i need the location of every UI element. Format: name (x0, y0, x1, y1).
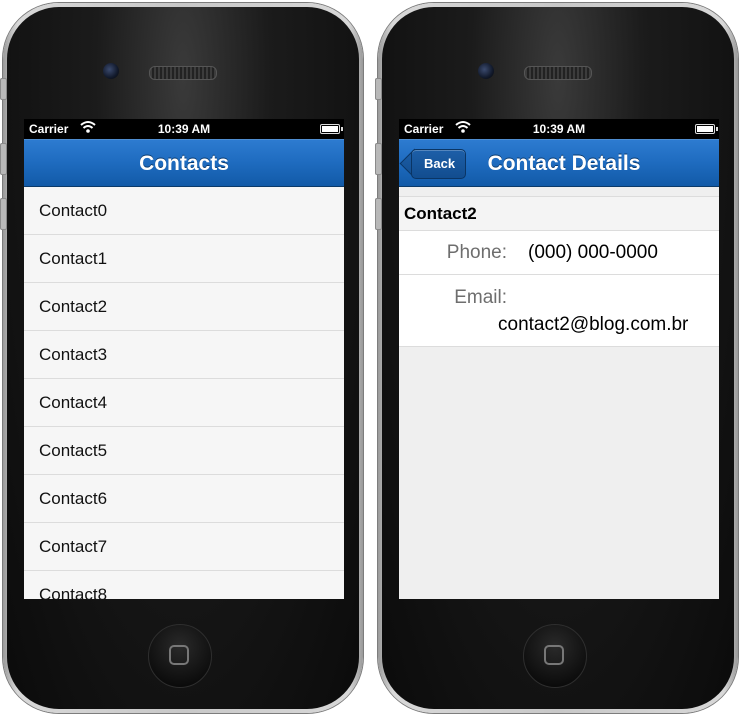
status-time: 10:39 AM (157, 122, 211, 136)
right-phone: Carrier 10:39 AM Back Contact Details Co… (375, 3, 738, 713)
battery-icon (695, 124, 718, 134)
status-bar: Carrier 10:39 AM (24, 119, 344, 139)
page-title: Contacts (139, 152, 229, 175)
contact-list-item[interactable]: Contact3 (24, 331, 344, 379)
email-label: Email: (454, 287, 507, 308)
section-gap (399, 187, 719, 197)
contact-list-item[interactable]: Contact6 (24, 475, 344, 523)
volume-down-button (375, 198, 382, 230)
mute-switch (375, 78, 382, 100)
volume-down-button (0, 198, 7, 230)
speaker-icon (524, 66, 592, 80)
back-button[interactable]: Back (411, 149, 467, 179)
speaker-icon (149, 66, 217, 80)
contacts-list: Contact0 Contact1 Contact2 Contact3 Cont… (24, 187, 344, 599)
mute-switch (0, 78, 7, 100)
home-button-icon[interactable] (523, 624, 587, 688)
status-bar: Carrier 10:39 AM (399, 119, 719, 139)
phone-label: Phone: (446, 242, 507, 263)
camera-icon (478, 63, 494, 79)
navigation-bar: Contacts (24, 139, 344, 187)
camera-icon (103, 63, 119, 79)
contact-list-item[interactable]: Contact8 (24, 571, 344, 599)
contact-details-screen: Carrier 10:39 AM Back Contact Details Co… (399, 119, 719, 599)
battery-icon (320, 124, 343, 134)
contact-list-item[interactable]: Contact2 (24, 283, 344, 331)
contact-details: Contact2 Phone: (000) 000-0000 Email: co… (399, 187, 719, 599)
phone-row[interactable]: Phone: (000) 000-0000 (399, 231, 719, 275)
contact-list-item[interactable]: Contact7 (24, 523, 344, 571)
email-value[interactable]: contact2@blog.com.br (498, 314, 688, 336)
home-button-icon[interactable] (148, 624, 212, 688)
contact-list-item[interactable]: Contact0 (24, 187, 344, 235)
home-square-icon (544, 645, 564, 665)
volume-up-button (0, 143, 7, 175)
home-square-icon (169, 645, 189, 665)
contacts-screen: Carrier 10:39 AM Contacts Contact0 Conta… (24, 119, 344, 599)
email-row[interactable]: Email: contact2@blog.com.br (399, 275, 719, 347)
contact-list-item[interactable]: Contact4 (24, 379, 344, 427)
contact-list-item[interactable]: Contact1 (24, 235, 344, 283)
status-time: 10:39 AM (532, 122, 586, 136)
contact-list-item[interactable]: Contact5 (24, 427, 344, 475)
phone-value[interactable]: (000) 000-0000 (528, 242, 658, 264)
navigation-bar: Back Contact Details (399, 139, 719, 187)
page-title: Contact Details (487, 152, 641, 175)
contact-name-header: Contact2 (399, 197, 719, 231)
volume-up-button (375, 143, 382, 175)
left-phone: Carrier 10:39 AM Contacts Contact0 Conta… (0, 3, 363, 713)
